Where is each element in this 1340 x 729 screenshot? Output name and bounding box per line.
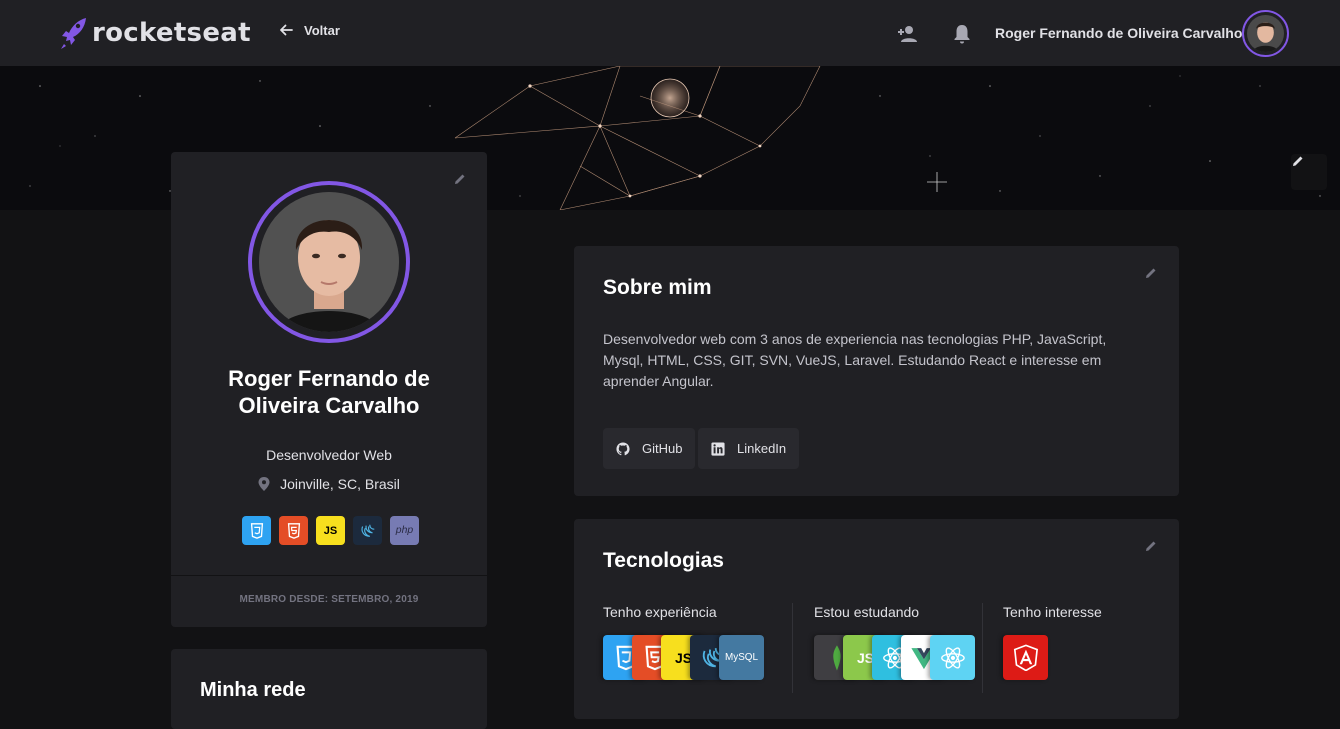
header-avatar[interactable]	[1242, 10, 1289, 57]
about-edit-pencil-icon[interactable]	[1144, 266, 1158, 280]
user-photo	[1247, 15, 1284, 52]
pencil-icon	[1293, 156, 1303, 166]
profile-role: Desenvolvedor Web	[266, 447, 392, 463]
profile-edit-pencil-icon[interactable]	[453, 172, 467, 186]
rocketseat-logo[interactable]: rocketseat	[60, 15, 251, 51]
html5-tech-badge[interactable]	[279, 516, 308, 545]
jquery-tech-badge[interactable]	[353, 516, 382, 545]
top-navbar: rocketseat Voltar Roger Fernando de Oliv…	[0, 0, 1340, 66]
profile-avatar[interactable]	[248, 181, 410, 343]
tech-badge-label: JS	[323, 524, 338, 537]
html5-icon	[287, 522, 300, 539]
tech-badge-label: php	[395, 525, 414, 536]
column-label-interest: Tenho interesse	[1003, 604, 1102, 620]
profile-location: Joinville, SC, Brasil	[171, 476, 487, 492]
column-label-studying: Estou estudando	[814, 604, 920, 620]
network-card: Minha rede	[171, 649, 487, 729]
javascript-tech-badge[interactable]: JS	[316, 516, 345, 545]
rocket-icon	[61, 18, 86, 49]
location-pin-icon	[258, 477, 270, 491]
header-user-name[interactable]: Roger Fernando de Oliveira Carvalho	[995, 25, 1242, 41]
experience-tech-stack: JS MySQL	[603, 635, 764, 680]
linkedin-icon	[711, 441, 725, 456]
react-tech-badge[interactable]	[930, 635, 975, 680]
technologies-card: Tecnologias Tenho experiência Estou estu…	[574, 519, 1179, 719]
jquery-icon	[361, 524, 374, 537]
github-label: GitHub	[642, 441, 683, 456]
profile-photo	[259, 192, 399, 332]
about-card: Sobre mim Desenvolvedor web com 3 anos d…	[574, 246, 1179, 496]
technologies-edit-pencil-icon[interactable]	[1144, 539, 1158, 553]
banner-edit-button[interactable]	[1291, 154, 1327, 190]
add-friend-icon[interactable]	[896, 22, 920, 46]
location-text: Joinville, SC, Brasil	[280, 476, 400, 492]
network-title: Minha rede	[200, 679, 306, 701]
interest-tech-stack	[1003, 635, 1048, 680]
linkedin-button[interactable]: LinkedIn	[698, 428, 800, 469]
php-tech-badge[interactable]: php	[390, 516, 419, 545]
mysql-tech-badge[interactable]: MySQL	[719, 635, 764, 680]
column-label-experience: Tenho experiência	[603, 604, 717, 620]
arrow-left-icon	[280, 24, 293, 36]
about-text: Desenvolvedor web com 3 anos de experien…	[603, 331, 1107, 389]
profile-card: Roger Fernando de Oliveira Carvalho Dese…	[171, 152, 487, 627]
angular-icon	[1013, 644, 1038, 672]
css3-tech-badge[interactable]	[242, 516, 271, 545]
github-icon	[616, 441, 630, 455]
back-button[interactable]: Voltar	[278, 22, 340, 38]
member-since: MEMBRO DESDE: SETEMBRO, 2019	[239, 594, 419, 605]
divider	[171, 575, 487, 576]
github-button[interactable]: GitHub	[603, 428, 696, 469]
profile-name: Roger Fernando de Oliveira Carvalho	[228, 366, 430, 418]
about-title: Sobre mim	[603, 276, 712, 299]
profile-tech-badges: JS php	[242, 516, 419, 545]
angular-tech-badge[interactable]	[1003, 635, 1048, 680]
tech-badge-label: MySQL	[725, 652, 758, 663]
brand-name: rocketseat	[92, 18, 251, 48]
react-icon	[940, 646, 965, 669]
css3-icon	[250, 522, 263, 539]
technologies-title: Tecnologias	[603, 549, 724, 572]
bell-icon[interactable]	[950, 22, 974, 46]
studying-tech-stack: JS	[814, 635, 975, 680]
column-separator	[982, 603, 983, 693]
back-label: Voltar	[304, 22, 340, 38]
column-separator	[792, 603, 793, 693]
linkedin-label: LinkedIn	[737, 441, 787, 456]
